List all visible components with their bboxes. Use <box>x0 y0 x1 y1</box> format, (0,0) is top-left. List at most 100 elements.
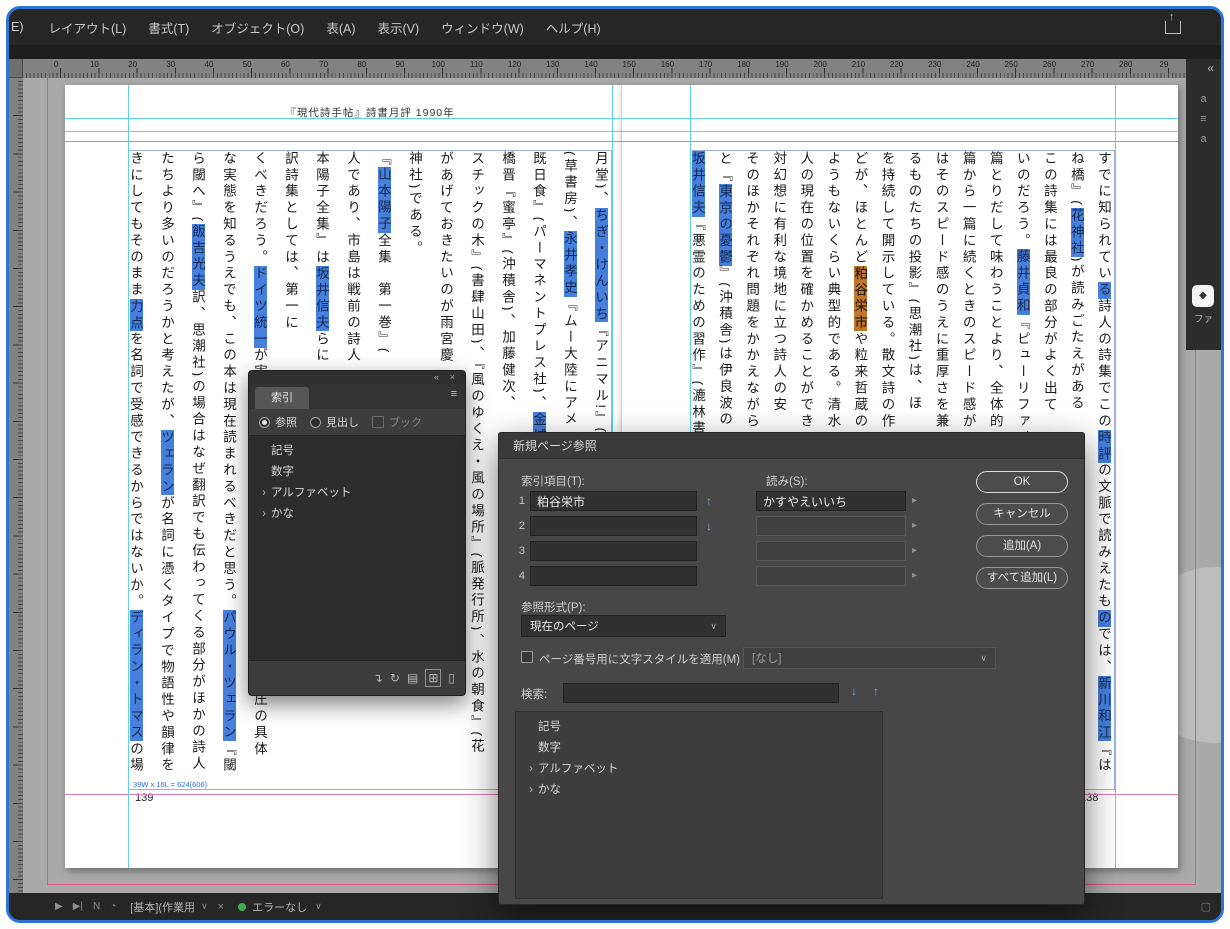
tree-item-label: かな <box>271 504 294 525</box>
yomi-input-1[interactable] <box>756 491 906 511</box>
tree-indent <box>259 462 269 483</box>
panel-menu-icon[interactable]: ≡ <box>451 388 457 400</box>
status-play-icon[interactable]: ▶ <box>55 901 63 912</box>
tree-item-label: かな <box>538 780 561 801</box>
reference-radio[interactable] <box>259 417 270 428</box>
share-icon[interactable]: ↑ <box>1165 21 1181 34</box>
move-entry-up-icon[interactable]: ↑ <box>706 491 712 511</box>
status-close-icon[interactable]: × <box>218 901 224 913</box>
tree-item[interactable]: 数字 <box>516 738 882 759</box>
column-guide[interactable] <box>128 85 129 868</box>
yomi-suggest-icon-4[interactable]: ▸ <box>912 566 917 586</box>
menu-item[interactable]: 表(A) <box>315 18 366 37</box>
topic-radio[interactable] <box>310 417 321 428</box>
move-entry-down-icon[interactable]: ↓ <box>706 516 712 536</box>
yomi-input-3[interactable] <box>756 541 906 561</box>
horizontal-ruler[interactable]: 1001020304050607080901001101201301401501… <box>23 59 1186 78</box>
reference-format-dropdown[interactable]: 現在のページ ∨ <box>521 615 726 637</box>
chevron-right-icon[interactable]: › <box>259 504 269 525</box>
ok-button[interactable]: OK <box>976 471 1068 493</box>
tree-item[interactable]: 記号 <box>516 717 882 738</box>
tree-item[interactable]: ›アルファベット <box>249 483 465 504</box>
create-page-reference-icon[interactable]: ↴ <box>373 670 383 686</box>
preflight-profile-dropdown[interactable]: [基本](作業用 ∨ <box>130 899 207 915</box>
tree-item[interactable]: 記号 <box>249 441 465 462</box>
reference-format-label: 参照形式(P): <box>521 599 586 615</box>
status-clock-icon[interactable]: ◔ <box>110 901 116 912</box>
menu-item[interactable]: レイアウト(L) <box>38 18 138 37</box>
index-entry-input-3[interactable] <box>530 541 697 561</box>
tree-item-label: アルファベット <box>538 759 618 780</box>
collapsed-paragraph-panel-icon[interactable]: ≡ <box>1186 109 1221 129</box>
menu-item[interactable]: ウィンドウ(W) <box>430 18 535 37</box>
tree-item-label: 記号 <box>538 717 561 738</box>
column-guide[interactable] <box>1115 85 1116 868</box>
update-preview-icon[interactable]: ↻ <box>390 670 400 686</box>
ruler-label: 90 <box>390 60 410 69</box>
panel-dock: « a≡a ◆ ファ <box>1186 59 1221 350</box>
guide[interactable] <box>65 118 1178 119</box>
yomi-suggest-icon-2[interactable]: ▸ <box>912 516 917 536</box>
add-button[interactable]: 追加(A) <box>976 535 1068 557</box>
menu-item[interactable]: ヘルプ(H) <box>535 18 612 37</box>
apply-char-style-checkbox[interactable] <box>521 651 533 663</box>
ruler-label: 170 <box>696 60 716 69</box>
tree-item[interactable]: ›アルファベット <box>516 759 882 780</box>
book-label: ブック <box>389 414 422 430</box>
yomi-suggest-icon-3[interactable]: ▸ <box>912 541 917 561</box>
chevron-right-icon[interactable]: › <box>526 780 536 801</box>
tree-item[interactable]: ›かな <box>516 780 882 801</box>
ruler-corner[interactable] <box>9 59 23 78</box>
status-n-badge[interactable]: N <box>93 901 100 912</box>
yomi-input-2[interactable] <box>756 516 906 536</box>
dock-collapsed-icons: a≡a <box>1186 89 1221 149</box>
chevron-right-icon[interactable]: › <box>526 759 536 780</box>
collapsed-character-panel-icon[interactable]: a <box>1186 89 1221 109</box>
ruler-label: 110 <box>466 60 486 69</box>
panel-dragbar[interactable]: « × <box>249 371 465 384</box>
panel-tab-row: 索引 ≡ <box>249 384 465 409</box>
status-skip-icon[interactable]: ▶| <box>73 901 83 912</box>
index-entry-input-4[interactable] <box>530 566 697 586</box>
collapsed-glyphs-panel-icon[interactable]: a <box>1186 129 1221 149</box>
index-panel-tab[interactable]: 索引 <box>255 387 309 409</box>
tree-item[interactable]: ›かな <box>249 504 465 525</box>
statusbar-corner-icon[interactable]: ▢ <box>1201 900 1211 913</box>
search-up-icon[interactable]: ↑ <box>873 684 879 698</box>
chevron-right-icon[interactable]: › <box>259 483 269 504</box>
cancel-button[interactable]: キャンセル <box>976 503 1068 525</box>
index-entry-input-1[interactable] <box>530 491 697 511</box>
tree-item[interactable]: 数字 <box>249 462 465 483</box>
collapse-panel-icon[interactable]: « <box>434 371 439 384</box>
tree-indent <box>526 717 536 738</box>
yomi-input-4[interactable] <box>756 566 906 586</box>
close-panel-icon[interactable]: × <box>450 371 455 384</box>
index-entry-input-2[interactable] <box>530 516 697 536</box>
search-down-icon[interactable]: ↓ <box>851 684 857 698</box>
menu-item[interactable]: 書式(T) <box>137 18 200 37</box>
book-checkbox[interactable] <box>372 416 384 428</box>
search-input[interactable] <box>563 683 839 703</box>
new-index-entry-icon[interactable]: ⊞ <box>425 669 441 687</box>
entry-level-number: 2 <box>511 516 525 536</box>
preflight-profile: [基本](作業用 <box>130 899 195 915</box>
yomi-suggest-icon-1[interactable]: ▸ <box>912 491 917 511</box>
add-all-button[interactable]: すべて追加(L) <box>976 567 1068 589</box>
find-entry-icon[interactable]: ▤ <box>407 670 418 686</box>
cc-libraries-panel-icon[interactable]: ◆ <box>1192 285 1214 307</box>
tree-indent <box>259 441 269 462</box>
delete-entry-icon[interactable]: ▯ <box>448 670 455 686</box>
expand-dock-icon[interactable]: « <box>1207 61 1214 75</box>
menu-item[interactable]: 表示(V) <box>366 18 430 37</box>
preflight-status-dropdown-icon[interactable]: ∨ <box>315 901 322 912</box>
ruler-label: 230 <box>925 60 945 69</box>
vertical-ruler[interactable] <box>9 78 23 893</box>
search-label: 検索: <box>521 686 547 702</box>
ruler-label: 220 <box>887 60 907 69</box>
guide[interactable] <box>65 131 1178 132</box>
ruler-label: 130 <box>543 60 563 69</box>
menu-item-partial[interactable]: E) <box>11 20 24 34</box>
ruler-label: 240 <box>963 60 983 69</box>
dialog-titlebar[interactable]: 新規ページ参照 <box>499 433 1084 459</box>
menu-item[interactable]: オブジェクト(O) <box>200 18 315 37</box>
